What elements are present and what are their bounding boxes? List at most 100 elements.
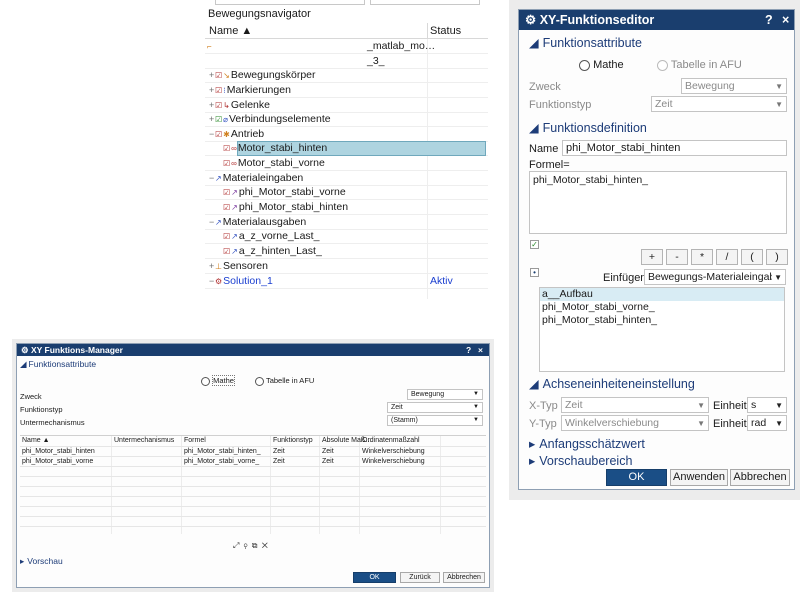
textarea-formula[interactable]: phi_Motor_stabi_hinten_ (529, 171, 787, 234)
insert-candidates-list[interactable]: a__Aufbau phi_Motor_stabi_vorne_ phi_Mot… (539, 287, 785, 372)
gear-icon: ⚙ (21, 345, 29, 355)
tree-row-outputs[interactable]: −↗Materialausgaben (205, 215, 488, 230)
tree-row-sim[interactable]: _3_ (205, 54, 488, 69)
marker-icon: ⁝ (223, 85, 226, 95)
table-tools[interactable]: ⤢ ⚲ ⧉ ✕ (233, 541, 269, 551)
apply-button[interactable]: Anwenden (670, 469, 728, 486)
tree-row-links[interactable]: +☑↘Bewegungskörper (205, 68, 488, 83)
select-x-unit[interactable]: s ▼ (747, 397, 787, 413)
op-minus-button[interactable]: - (666, 249, 688, 265)
select-zweck[interactable]: Bewegung ▼ (407, 389, 483, 400)
checkbox-icon[interactable]: ☑ (215, 115, 222, 124)
column-status[interactable]: Status (430, 25, 461, 37)
section-preview[interactable]: ▸ Vorschau (20, 556, 63, 567)
table-cell[interactable]: Zeit (273, 448, 285, 455)
section-function-attributes[interactable]: ◢ Funktionsattribute (20, 359, 96, 370)
op-divide-button[interactable]: / (716, 249, 738, 265)
table-cell[interactable]: phi_Motor_stabi_vorne_ (184, 458, 259, 465)
table-cell[interactable]: phi_Motor_stabi_vorne (22, 458, 93, 465)
ok-button[interactable]: OK (606, 469, 667, 486)
col-header-ordinate[interactable]: Ordinatenmaßzahl (362, 437, 420, 444)
input-name[interactable]: phi_Motor_stabi_hinten (562, 140, 787, 156)
table-cell[interactable]: phi_Motor_stabi_hinten_ (184, 448, 261, 455)
cancel-button[interactable]: Abbrechen (730, 469, 790, 486)
tree-label: _3_ (367, 55, 385, 67)
tree-row-motor-hinten[interactable]: ☑∞Motor_stabi_hinten (205, 141, 488, 156)
table-cell[interactable]: Zeit (322, 448, 334, 455)
section-function-attributes[interactable]: ◢ Funktionsattribute (529, 35, 642, 50)
col-header-funktionstyp[interactable]: Funktionstyp (273, 437, 313, 444)
checkbox-icon[interactable]: ☑ (223, 203, 230, 212)
section-initial-guess[interactable]: ▸ Anfangsschätzwert (529, 436, 645, 451)
tree-row-solution[interactable]: −⚙Solution_1 Aktiv (205, 274, 488, 289)
checkbox-icon[interactable]: ☑ (223, 188, 230, 197)
checkbox-icon[interactable]: ☑ (223, 144, 230, 153)
tree-row-connectors[interactable]: +☑⌀Verbindungselemente (205, 112, 488, 127)
check-icon[interactable]: ✓ (530, 240, 539, 249)
col-header-formel[interactable]: Formel (184, 437, 206, 444)
tree-label: _matlab_mo… (367, 40, 436, 52)
table-cell[interactable]: Winkelverschiebung (362, 458, 425, 465)
tree-row-motor-vorne[interactable]: ☑∞Motor_stabi_vorne (205, 156, 488, 171)
section-axis-units[interactable]: ◢ Achseneinheiteneinstellung (529, 376, 695, 391)
cancel-button[interactable]: Abbrechen (443, 572, 485, 583)
op-plus-button[interactable]: + (641, 249, 663, 265)
checkbox-icon[interactable]: ☑ (215, 86, 222, 95)
checkbox-icon[interactable]: ☑ (215, 130, 222, 139)
select-zweck[interactable]: Bewegung ▼ (681, 78, 787, 94)
table-cell[interactable]: Winkelverschiebung (362, 448, 425, 455)
close-button[interactable]: × (782, 10, 789, 30)
tree-row-joints[interactable]: +☑↳Gelenke (205, 98, 488, 113)
gear-icon: ⚙ (525, 13, 537, 27)
tree-row-input-vorne[interactable]: ☑↗phi_Motor_stabi_vorne (205, 185, 488, 200)
tree-row-drives[interactable]: −☑✱Antrieb (205, 127, 488, 142)
list-item[interactable]: phi_Motor_stabi_vorne_ (540, 301, 784, 314)
help-button[interactable]: ? (765, 10, 773, 30)
column-name[interactable]: Name ▲ (209, 25, 252, 37)
table-cell[interactable]: Zeit (322, 458, 334, 465)
table-cell[interactable]: Zeit (273, 458, 285, 465)
select-untermechanismus[interactable]: (Stamm) ▼ (387, 415, 483, 426)
radio-afu[interactable]: Tabelle in AFU (255, 376, 314, 386)
tree-row-sensors[interactable]: +⊥Sensoren (205, 259, 488, 274)
op-close-paren-button[interactable]: ) (766, 249, 788, 265)
tree-row-root[interactable]: ⌐ _matlab_mo… (205, 39, 488, 54)
select-funktionstyp[interactable]: Zeit ▼ (651, 96, 787, 112)
back-button[interactable]: Zurück (400, 572, 440, 583)
select-einfuegen[interactable]: Bewegungs-Materialeingabe ▼ (644, 269, 786, 285)
insert-bullet-icon[interactable]: • (530, 268, 539, 277)
checkbox-icon[interactable]: ☑ (223, 247, 230, 256)
select-ytyp[interactable]: Winkelverschiebung ▼ (561, 415, 709, 431)
checkbox-icon[interactable]: ☑ (223, 159, 230, 168)
checkbox-icon[interactable]: ☑ (215, 101, 222, 110)
checkbox-icon[interactable]: ☑ (223, 232, 230, 241)
op-multiply-button[interactable]: * (691, 249, 713, 265)
close-button[interactable]: × (478, 344, 483, 356)
section-preview-area[interactable]: ▸ Vorschaubereich (529, 453, 632, 468)
select-xtyp[interactable]: Zeit ▼ (561, 397, 709, 413)
radio-mathe[interactable]: Mathe (579, 59, 624, 71)
label-name: Name (529, 143, 559, 155)
dropdown-arrow-icon: ▼ (775, 419, 783, 428)
section-function-definition[interactable]: ◢ Funktionsdefinition (529, 120, 647, 135)
tree-row-output-vorne[interactable]: ☑↗a_z_vorne_Last_ (205, 229, 488, 244)
help-button[interactable]: ? (466, 344, 471, 356)
col-header-name[interactable]: Name ▲ (22, 437, 50, 444)
col-header-untermechanismus[interactable]: Untermechanismus (114, 437, 174, 444)
radio-selected-icon (579, 59, 590, 71)
input-folder-icon: ↗ (215, 173, 222, 183)
list-item[interactable]: a__Aufbau (540, 288, 784, 301)
checkbox-icon[interactable]: ☑ (215, 71, 222, 80)
radio-mathe[interactable]: Mathe (201, 375, 235, 386)
tree-row-inputs[interactable]: −↗Materialeingaben (205, 171, 488, 186)
tree-row-markers[interactable]: +☑⁝Markierungen (205, 83, 488, 98)
op-open-paren-button[interactable]: ( (741, 249, 763, 265)
select-funktionstyp[interactable]: Zeit ▼ (387, 402, 483, 413)
table-cell[interactable]: phi_Motor_stabi_hinten (22, 448, 95, 455)
tree-row-input-hinten[interactable]: ☑↗phi_Motor_stabi_hinten (205, 200, 488, 215)
list-item[interactable]: phi_Motor_stabi_hinten_ (540, 314, 784, 327)
ok-button[interactable]: OK (353, 572, 396, 583)
tree-row-output-hinten[interactable]: ☑↗a_z_hinten_Last_ (205, 244, 488, 259)
select-y-unit[interactable]: rad ▼ (747, 415, 787, 431)
radio-afu[interactable]: Tabelle in AFU (657, 59, 742, 71)
